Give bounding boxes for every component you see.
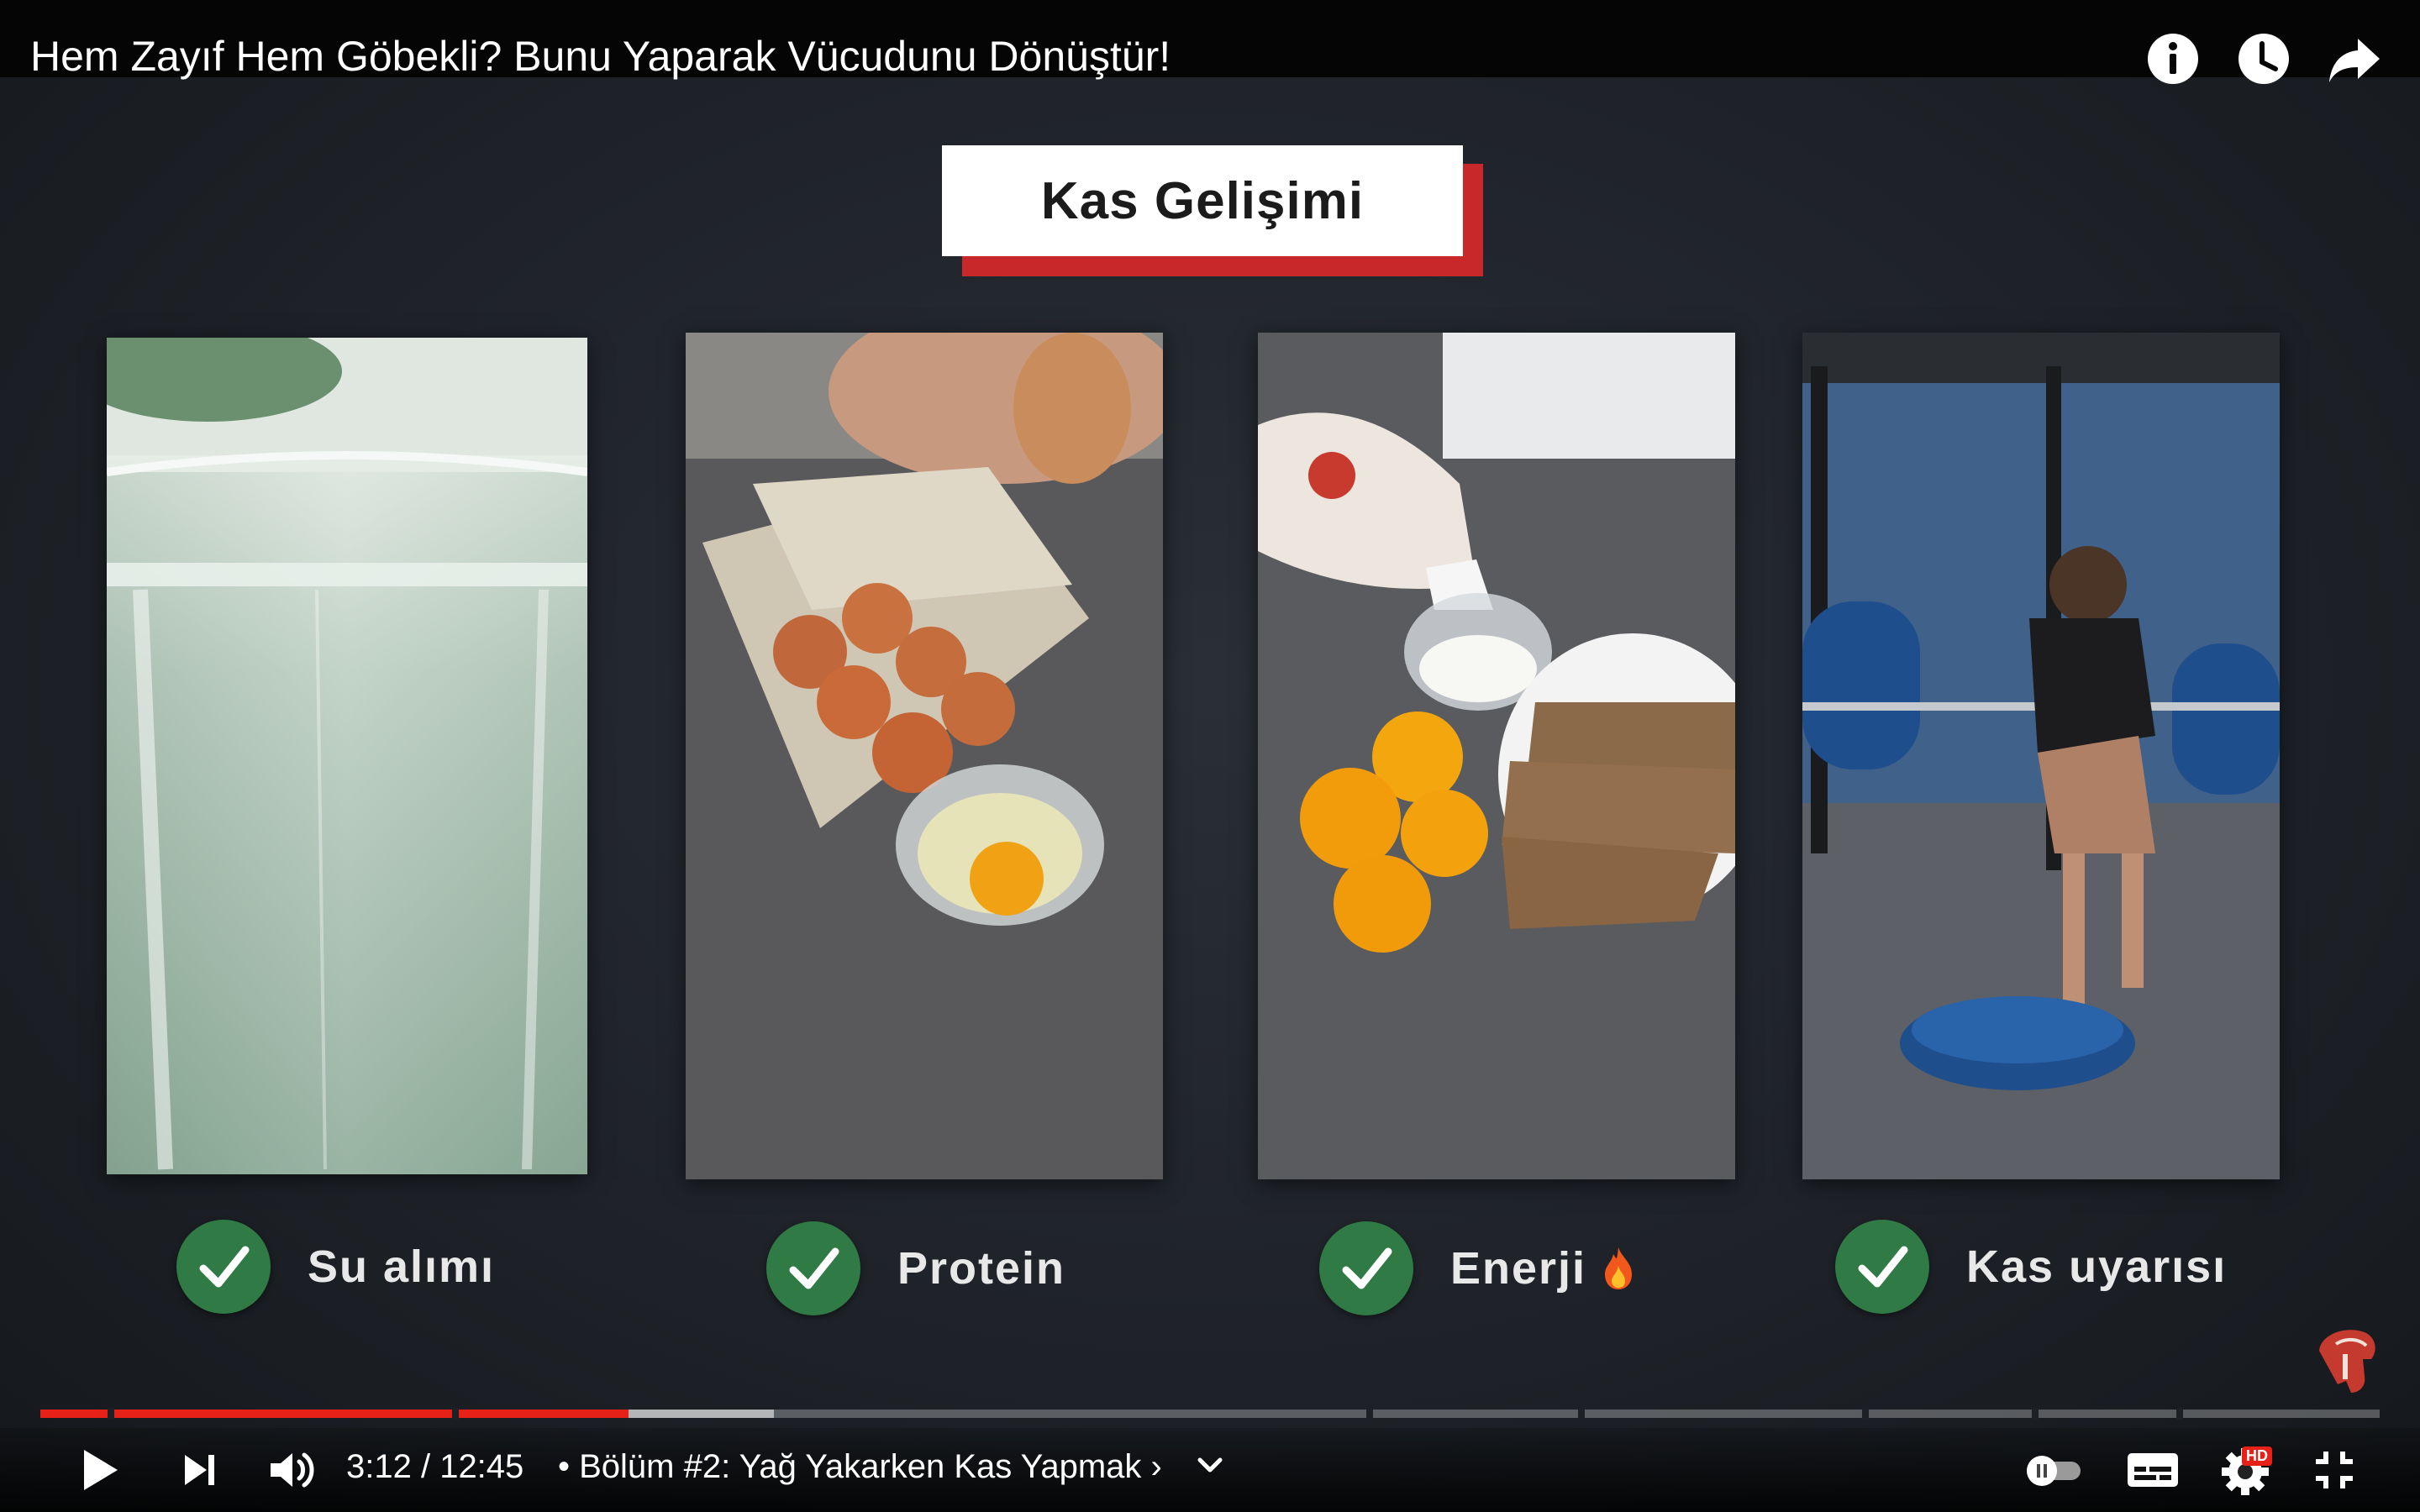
subtitles-button[interactable] (2123, 1440, 2183, 1500)
checkmark-icon (1835, 1220, 1929, 1314)
subtitles-icon (2128, 1453, 2178, 1487)
exit-fullscreen-button[interactable] (2304, 1440, 2365, 1500)
label-kas-uyarisi: Kas uyarısı (1835, 1220, 2227, 1314)
channel-logo-icon (2319, 1330, 2375, 1393)
progress-played (40, 1410, 629, 1418)
label-su-alimi: Su alımı (176, 1220, 495, 1314)
volume-icon (271, 1452, 314, 1488)
chapter-divider (2176, 1408, 2183, 1420)
label-text: Enerji (1450, 1243, 1587, 1294)
play-icon (84, 1450, 118, 1490)
share-icon[interactable] (2328, 32, 2381, 86)
chapter-divider (108, 1408, 114, 1420)
volume-button[interactable] (260, 1440, 321, 1500)
chapter-title[interactable]: • Bölüm #2: Yağ Yakarken Kas Yapmak › (558, 1448, 1162, 1486)
hd-badge: HD (2242, 1446, 2272, 1466)
chapter-divider (1578, 1408, 1585, 1420)
checkmark-icon (176, 1220, 271, 1314)
video-title[interactable]: Hem Zayıf Hem Göbekli? Bunu Yaparak Vücu… (30, 32, 1171, 81)
chapter-divider (2032, 1408, 2039, 1420)
checkmark-icon (1319, 1221, 1413, 1315)
bread-oranges-image (1258, 333, 1735, 1179)
eggs-image (686, 333, 1163, 1179)
watch-later-icon[interactable] (2237, 32, 2291, 86)
info-icon[interactable] (2146, 32, 2200, 86)
barbell-row-image (1802, 333, 2280, 1179)
checkmark-icon (766, 1221, 860, 1315)
label-enerji: Enerji (1319, 1221, 1637, 1315)
autoplay-toggle-icon (2027, 1456, 2081, 1486)
video-frame[interactable]: Kas Gelişimi Su alımı Protein Enerji Kas… (0, 0, 2420, 1512)
exit-fullscreen-icon (2316, 1452, 2353, 1488)
chevron-down-icon (1197, 1457, 1223, 1473)
chapter-divider (452, 1408, 459, 1420)
label-text: Kas uyarısı (1966, 1242, 2228, 1292)
label-text: Protein (897, 1243, 1066, 1294)
player-top-bar: Hem Zayıf Hem Göbekli? Bunu Yaparak Vücu… (0, 0, 2420, 80)
chapter-expand-button[interactable] (1180, 1436, 1240, 1497)
time-display: 3:12 / 12:45 (346, 1448, 524, 1485)
next-button[interactable] (170, 1440, 230, 1500)
label-text: Su alımı (308, 1242, 496, 1292)
skip-next-icon (185, 1455, 214, 1485)
slide-heading: Kas Gelişimi (942, 145, 1463, 256)
play-button[interactable] (69, 1440, 129, 1500)
water-glass-image (107, 338, 587, 1174)
label-protein: Protein (766, 1221, 1065, 1315)
chapter-divider (1862, 1408, 1869, 1420)
chapter-divider (1366, 1408, 1373, 1420)
autoplay-toggle[interactable] (2023, 1440, 2084, 1500)
flame-icon (1605, 1247, 1633, 1289)
